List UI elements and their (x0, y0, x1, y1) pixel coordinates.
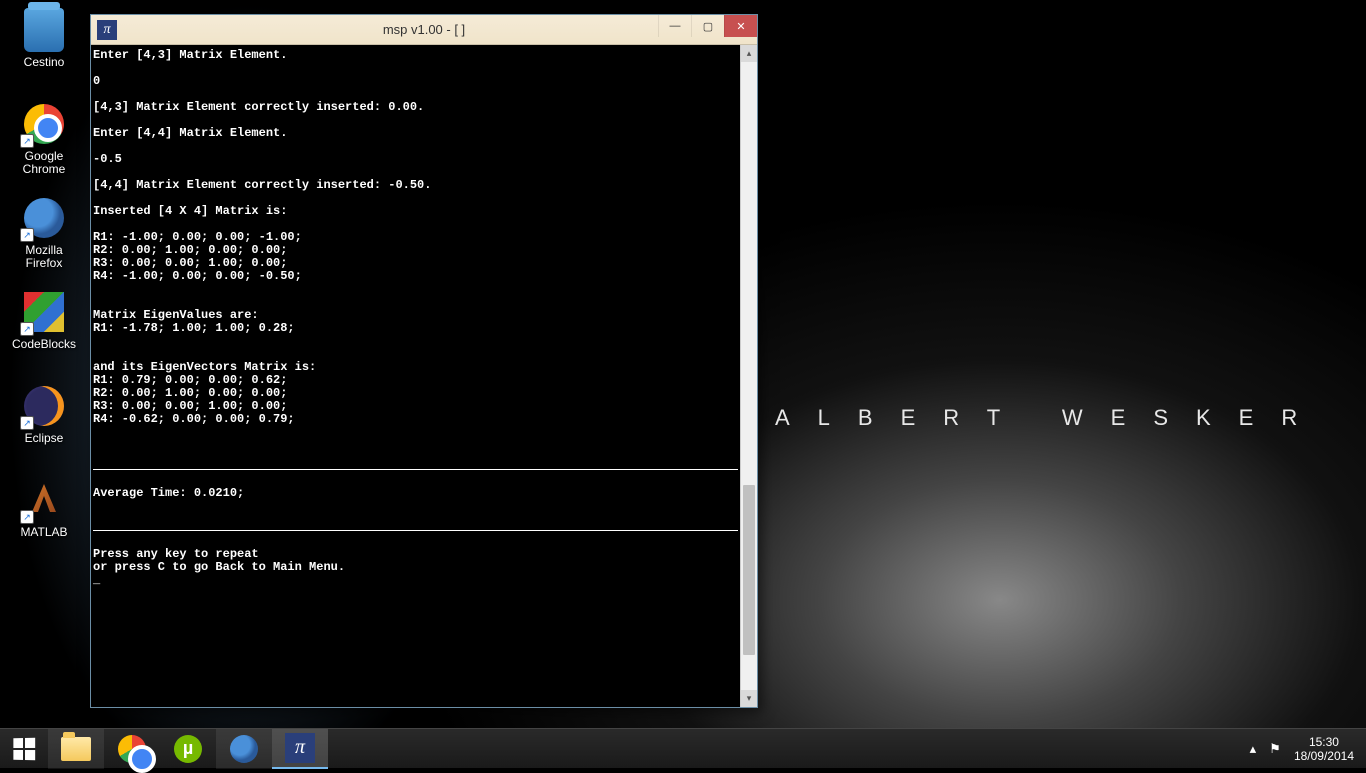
desktop-icon-recycle-bin[interactable]: Cestino (6, 6, 82, 92)
taskbar-item-msp[interactable]: π (272, 729, 328, 769)
app-window: π msp v1.00 - [ ] — ▢ ✕ Enter [4,3] Matr… (90, 14, 758, 708)
taskbar-item-utorrent[interactable]: µ (160, 729, 216, 769)
taskbar-item-explorer[interactable] (48, 729, 104, 769)
clock-time: 15:30 (1294, 735, 1354, 749)
terminal-line: Enter [4,3] Matrix Element. (93, 48, 287, 62)
app-pi-icon: π (97, 20, 117, 40)
desktop-icon-codeblocks[interactable]: ↗ CodeBlocks (6, 288, 82, 374)
scroll-up-arrow-icon[interactable]: ▴ (741, 45, 757, 62)
shortcut-arrow-icon: ↗ (20, 134, 34, 148)
taskbar-item-chrome[interactable] (104, 729, 160, 769)
titlebar[interactable]: π msp v1.00 - [ ] — ▢ ✕ (91, 15, 757, 45)
clock-date: 18/09/2014 (1294, 749, 1354, 763)
terminal-line: 0 (93, 74, 100, 88)
terminal-line: [4,4] Matrix Element correctly inserted:… (93, 178, 431, 192)
minimize-button[interactable]: — (658, 15, 691, 37)
window-title: msp v1.00 - [ ] (383, 22, 465, 37)
terminal-area: Enter [4,3] Matrix Element. 0 [4,3] Matr… (91, 45, 757, 707)
app-pi-icon: π (285, 733, 315, 763)
terminal-line: -0.5 (93, 152, 122, 166)
taskbar-clock[interactable]: 15:30 18/09/2014 (1286, 735, 1362, 763)
action-center-icon[interactable]: ⚑ (1264, 729, 1286, 769)
terminal-line: Average Time: 0.0210; (93, 486, 244, 500)
vertical-scrollbar[interactable]: ▴ ▾ (740, 45, 757, 707)
shortcut-arrow-icon: ↗ (20, 228, 34, 242)
desktop-icon-eclipse[interactable]: ↗ Eclipse (6, 382, 82, 468)
terminal-cursor: _ (93, 573, 100, 587)
desktop-icon-matlab[interactable]: ↗ MATLAB (6, 476, 82, 562)
shortcut-arrow-icon: ↗ (20, 416, 34, 430)
chrome-icon (118, 735, 146, 763)
desktop-icon-column: Cestino ↗ Google Chrome ↗ Mozilla Firefo… (6, 6, 82, 570)
file-explorer-icon (61, 737, 91, 761)
maximize-button[interactable]: ▢ (691, 15, 724, 37)
terminal-line: Press any key to repeat (93, 547, 259, 561)
utorrent-icon: µ (174, 735, 202, 763)
recycle-bin-icon (24, 8, 64, 52)
desktop-icon-chrome[interactable]: ↗ Google Chrome (6, 100, 82, 186)
terminal-line: R3: 0.00; 0.00; 1.00; 0.00; (93, 399, 287, 413)
terminal-line: R4: -1.00; 0.00; 0.00; -0.50; (93, 269, 302, 283)
terminal-line: R1: -1.00; 0.00; 0.00; -1.00; (93, 230, 302, 244)
terminal-line: [4,3] Matrix Element correctly inserted:… (93, 100, 424, 114)
terminal-line: R2: 0.00; 1.00; 0.00; 0.00; (93, 243, 287, 257)
scroll-down-arrow-icon[interactable]: ▾ (741, 690, 757, 707)
desktop-icon-label: Cestino (24, 56, 65, 69)
divider-line (93, 469, 738, 470)
desktop-icon-label: MATLAB (20, 526, 67, 539)
desktop-icon-firefox[interactable]: ↗ Mozilla Firefox (6, 194, 82, 280)
terminal-line: R1: -1.78; 1.00; 1.00; 0.28; (93, 321, 295, 335)
scrollbar-thumb[interactable] (743, 485, 755, 655)
windows-logo-icon (13, 737, 35, 760)
close-button[interactable]: ✕ (724, 15, 757, 37)
terminal-line: and its EigenVectors Matrix is: (93, 360, 316, 374)
taskbar-item-firefox[interactable] (216, 729, 272, 769)
terminal-line: R2: 0.00; 1.00; 0.00; 0.00; (93, 386, 287, 400)
terminal-line: Matrix EigenValues are: (93, 308, 259, 322)
wallpaper-caption: ALBERT WESKER (775, 405, 1325, 431)
terminal-line: R4: -0.62; 0.00; 0.00; 0.79; (93, 412, 295, 426)
terminal-line: Inserted [4 X 4] Matrix is: (93, 204, 287, 218)
start-button[interactable] (0, 729, 48, 769)
shortcut-arrow-icon: ↗ (20, 322, 34, 336)
desktop-icon-label: Eclipse (25, 432, 64, 445)
window-controls: — ▢ ✕ (658, 15, 757, 37)
desktop-icon-label: Google Chrome (6, 150, 82, 176)
firefox-icon (230, 735, 258, 763)
system-tray: ▴ ⚑ 15:30 18/09/2014 (1242, 729, 1366, 768)
terminal-line: R3: 0.00; 0.00; 1.00; 0.00; (93, 256, 287, 270)
terminal-line: R1: 0.79; 0.00; 0.00; 0.62; (93, 373, 287, 387)
shortcut-arrow-icon: ↗ (20, 510, 34, 524)
terminal-line: or press C to go Back to Main Menu. (93, 560, 345, 574)
taskbar: µ π ▴ ⚑ 15:30 18/09/2014 (0, 728, 1366, 768)
terminal-line: Enter [4,4] Matrix Element. (93, 126, 287, 140)
terminal-output[interactable]: Enter [4,3] Matrix Element. 0 [4,3] Matr… (91, 45, 740, 707)
desktop-icon-label: Mozilla Firefox (6, 244, 82, 270)
desktop-icon-label: CodeBlocks (12, 338, 76, 351)
divider-line (93, 530, 738, 531)
tray-overflow-icon[interactable]: ▴ (1242, 729, 1264, 769)
